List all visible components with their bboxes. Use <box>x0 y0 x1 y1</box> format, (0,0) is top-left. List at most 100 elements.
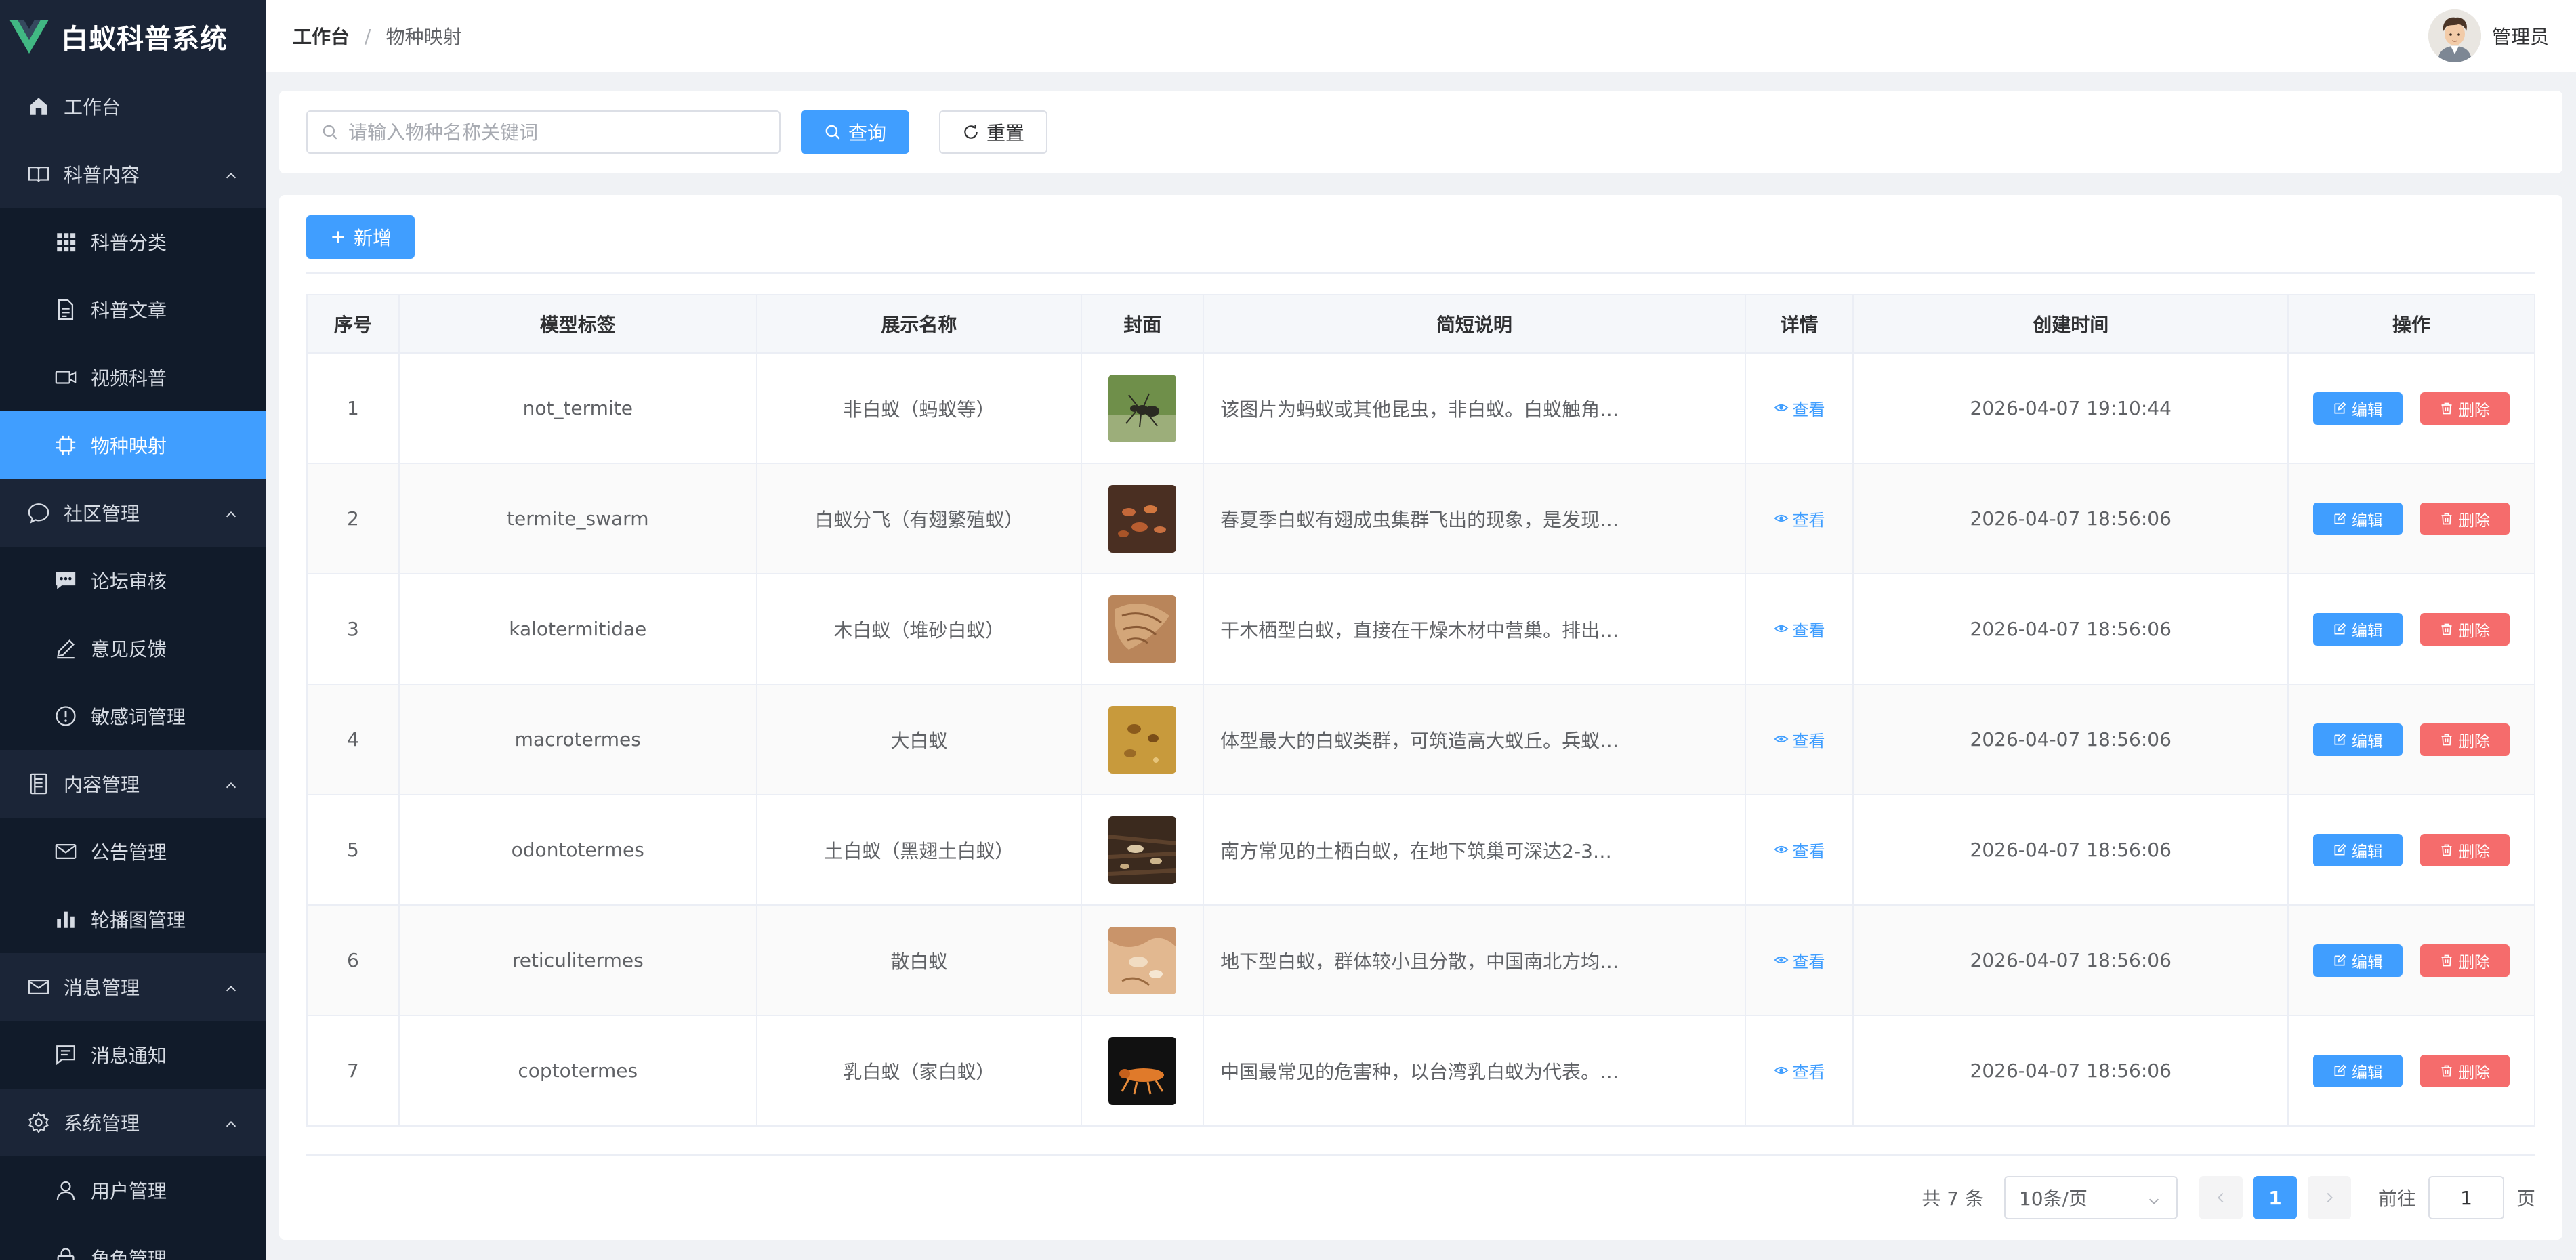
cover-thumbnail[interactable] <box>1108 374 1177 442</box>
sidebar-item-dashboard[interactable]: 工作台 <box>0 72 266 140</box>
delete-button[interactable]: 删除 <box>2420 723 2510 756</box>
add-button-label: 新增 <box>353 227 392 249</box>
reset-button[interactable]: 重置 <box>939 110 1047 154</box>
page-size-value: 10条/页 <box>2018 1188 2088 1210</box>
table-row: 6 reticulitermes 散白蚁 地下型白蚁，群体较小且分散，中国南北方… <box>306 904 2535 1016</box>
column-header-display-name[interactable]: 展示名称 <box>755 294 1083 354</box>
cell-actions: 编辑 删除 <box>2287 352 2535 464</box>
chat-square-icon <box>54 1043 77 1066</box>
sidebar-item-role-management[interactable]: 角色管理 <box>0 1224 266 1260</box>
view-detail-link[interactable]: 查看 <box>1773 728 1825 751</box>
sidebar-group-science-content[interactable]: 科普内容 <box>0 140 266 208</box>
goto-page-input[interactable]: 1 <box>2428 1176 2504 1219</box>
sidebar-item-carousel[interactable]: 轮播图管理 <box>0 885 266 953</box>
edit-button[interactable]: 编辑 <box>2313 1054 2403 1087</box>
page-size-select[interactable]: 10条/页 <box>2003 1176 2178 1219</box>
sidebar-item-label: 工作台 <box>64 96 121 119</box>
view-detail-link[interactable]: 查看 <box>1773 507 1825 530</box>
app-logo[interactable]: 白蚁科普系统 <box>0 0 266 72</box>
edit-button-label: 编辑 <box>2352 401 2383 419</box>
column-header-model-label[interactable]: 模型标签 <box>398 294 757 354</box>
sidebar-group-content-management[interactable]: 内容管理 <box>0 750 266 818</box>
next-page-button[interactable] <box>2307 1176 2351 1219</box>
cover-thumbnail[interactable] <box>1108 705 1177 774</box>
cover-thumbnail[interactable] <box>1108 926 1177 994</box>
sidebar-item-science-video[interactable]: 视频科普 <box>0 343 266 411</box>
cell-description: 春夏季白蚁有翅成虫集群飞出的现象，是发现… <box>1203 463 1746 574</box>
sidebar-item-label: 意见反馈 <box>91 638 167 660</box>
sidebar-item-user-management[interactable]: 用户管理 <box>0 1156 266 1224</box>
view-detail-link[interactable]: 查看 <box>1773 1059 1825 1083</box>
search-field[interactable] <box>306 110 781 154</box>
sidebar-group-community[interactable]: 社区管理 <box>0 479 266 547</box>
edit-icon <box>2334 732 2346 744</box>
sidebar-group-system-management[interactable]: 系统管理 <box>0 1089 266 1156</box>
cover-thumbnail[interactable] <box>1108 816 1177 884</box>
edit-button[interactable]: 编辑 <box>2313 502 2403 535</box>
pagination: 共 7 条 10条/页 1 前往 1 页 <box>1921 1176 2535 1219</box>
warning-circle-icon <box>54 705 77 728</box>
sidebar-item-label: 敏感词管理 <box>91 706 186 728</box>
column-header-created-at[interactable]: 创建时间 <box>1852 294 2289 354</box>
query-button[interactable]: 查询 <box>801 110 909 154</box>
divider <box>306 272 2535 274</box>
column-header-actions[interactable]: 操作 <box>2287 294 2535 354</box>
edit-button-label: 编辑 <box>2352 1064 2383 1082</box>
chevron-up-icon <box>224 166 238 181</box>
prev-page-button[interactable] <box>2199 1176 2243 1219</box>
cell-created-at: 2026-04-07 18:56:06 <box>1852 904 2289 1016</box>
grid-icon <box>54 230 77 253</box>
delete-button[interactable]: 删除 <box>2420 944 2510 977</box>
view-detail-link[interactable]: 查看 <box>1773 617 1825 641</box>
sidebar-item-announcement[interactable]: 公告管理 <box>0 818 266 885</box>
chat-bubble-icon <box>27 501 50 524</box>
sidebar-item-science-category[interactable]: 科普分类 <box>0 208 266 276</box>
view-detail-link[interactable]: 查看 <box>1773 948 1825 972</box>
cell-detail: 查看 <box>1744 352 1854 464</box>
delete-button[interactable]: 删除 <box>2420 612 2510 646</box>
delete-button[interactable]: 删除 <box>2420 502 2510 535</box>
user-name[interactable]: 管理员 <box>2492 22 2549 49</box>
delete-button[interactable]: 删除 <box>2420 1054 2510 1087</box>
user-menu[interactable]: 管理员 <box>2428 9 2549 62</box>
edit-icon <box>2334 843 2346 855</box>
eye-icon <box>1773 846 1789 854</box>
add-button[interactable]: 新增 <box>306 215 415 259</box>
edit-button[interactable]: 编辑 <box>2313 392 2403 425</box>
cover-thumbnail[interactable] <box>1108 1036 1177 1105</box>
view-detail-label: 查看 <box>1792 510 1825 530</box>
sidebar-item-message-notice[interactable]: 消息通知 <box>0 1021 266 1089</box>
cover-thumbnail[interactable] <box>1108 484 1177 553</box>
sidebar-item-sensitive-words[interactable]: 敏感词管理 <box>0 682 266 750</box>
lock-icon <box>54 1246 77 1260</box>
search-input[interactable] <box>348 121 755 144</box>
cell-index: 7 <box>306 1015 400 1127</box>
eye-icon <box>1773 625 1789 633</box>
sidebar-item-species-mapping[interactable]: 物种映射 <box>0 411 266 479</box>
edit-button[interactable]: 编辑 <box>2313 723 2403 756</box>
column-header-index[interactable]: 序号 <box>306 294 400 354</box>
gear-icon <box>27 1111 50 1134</box>
column-header-cover[interactable]: 封面 <box>1081 294 1205 354</box>
view-detail-link[interactable]: 查看 <box>1773 396 1825 420</box>
edit-button[interactable]: 编辑 <box>2313 944 2403 977</box>
trash-icon <box>2441 1065 2452 1076</box>
cell-description: 该图片为蚂蚁或其他昆虫，非白蚁。白蚁触角… <box>1203 352 1746 464</box>
column-header-description[interactable]: 简短说明 <box>1203 294 1746 354</box>
breadcrumb-home[interactable]: 工作台 <box>293 22 350 49</box>
edit-button[interactable]: 编辑 <box>2313 612 2403 646</box>
cover-thumbnail[interactable] <box>1108 595 1177 663</box>
trash-icon <box>2441 954 2452 966</box>
delete-button[interactable]: 删除 <box>2420 392 2510 425</box>
delete-button[interactable]: 删除 <box>2420 833 2510 866</box>
sidebar-item-forum-review[interactable]: 论坛审核 <box>0 547 266 614</box>
sidebar-item-label: 社区管理 <box>64 503 140 525</box>
edit-button[interactable]: 编辑 <box>2313 833 2403 866</box>
avatar[interactable] <box>2428 9 2481 62</box>
sidebar-item-science-article[interactable]: 科普文章 <box>0 276 266 343</box>
view-detail-link[interactable]: 查看 <box>1773 838 1825 862</box>
page-number-current[interactable]: 1 <box>2253 1176 2297 1219</box>
sidebar-item-feedback[interactable]: 意见反馈 <box>0 614 266 682</box>
sidebar-group-message-management[interactable]: 消息管理 <box>0 953 266 1021</box>
column-header-detail[interactable]: 详情 <box>1744 294 1854 354</box>
